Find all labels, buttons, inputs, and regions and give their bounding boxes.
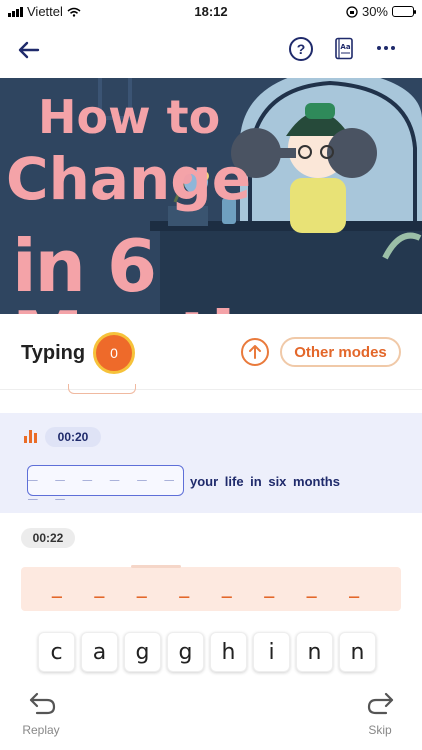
score-badge: 0 [93,332,135,374]
arrow-up-icon [249,345,261,359]
sentence-rest-text: your life in six months [190,474,340,489]
status-right: 30% [346,4,416,19]
letter-key[interactable]: c [38,632,75,672]
replay-button[interactable]: Replay [11,688,71,740]
next-answer-box: _ _ _ _ _ _ _ _ [21,565,401,611]
letter-key[interactable]: n [296,632,333,672]
battery-icon [392,6,416,17]
letter-key[interactable]: h [210,632,247,672]
next-timestamp[interactable]: 00:22 [21,528,75,548]
current-timestamp[interactable]: 00:20 [45,427,101,447]
skip-button[interactable]: Skip [350,688,410,740]
skip-icon [367,692,394,715]
replay-label: Replay [22,723,60,737]
help-button[interactable]: ? [289,37,313,61]
more-options-icon[interactable] [377,46,395,50]
letter-key[interactable]: n [339,632,376,672]
answer-dashes: _ _ _ _ _ _ _ _ [51,579,371,599]
answer-box-handle [131,565,181,568]
letter-key[interactable]: g [124,632,161,672]
letter-keys: c a g g h i n n [38,632,384,672]
answer-input[interactable]: _ _ _ _ _ _ _ _ [27,462,184,500]
other-modes-button[interactable]: Other modes [280,337,401,367]
video-title-line1: How to [38,90,221,144]
mode-bar: Typing 0 Other modes [0,314,422,394]
status-bar: Viettel 18:12 30% [0,0,422,22]
battery-percent: 30% [361,4,388,19]
top-nav: ? Aa [0,30,422,70]
skip-label: Skip [368,723,392,737]
bar-chart-icon [24,430,37,443]
app-screen: Viettel 18:12 30% ? Aa How to Change in … [0,0,422,750]
help-icon: ? [296,41,306,57]
previous-item-edge [68,384,136,394]
dictionary-icon[interactable]: Aa [334,37,354,61]
video-title-line3: in 6 Months [12,224,303,314]
letter-key[interactable]: a [81,632,118,672]
svg-text:Aa: Aa [340,43,350,51]
video-thumbnail[interactable]: How to Change in 6 Months [0,78,422,314]
back-arrow-icon[interactable] [16,38,42,62]
scroll-up-button[interactable] [241,338,269,366]
replay-icon [29,692,56,715]
letter-key[interactable]: i [253,632,290,672]
mode-label: Typing [21,342,86,364]
video-title-line2: Change [6,145,252,213]
letter-key[interactable]: g [167,632,204,672]
rotation-lock-icon [346,5,358,18]
current-sentence-card: 00:20 _ _ _ _ _ _ _ _ your life in six m… [0,413,422,513]
